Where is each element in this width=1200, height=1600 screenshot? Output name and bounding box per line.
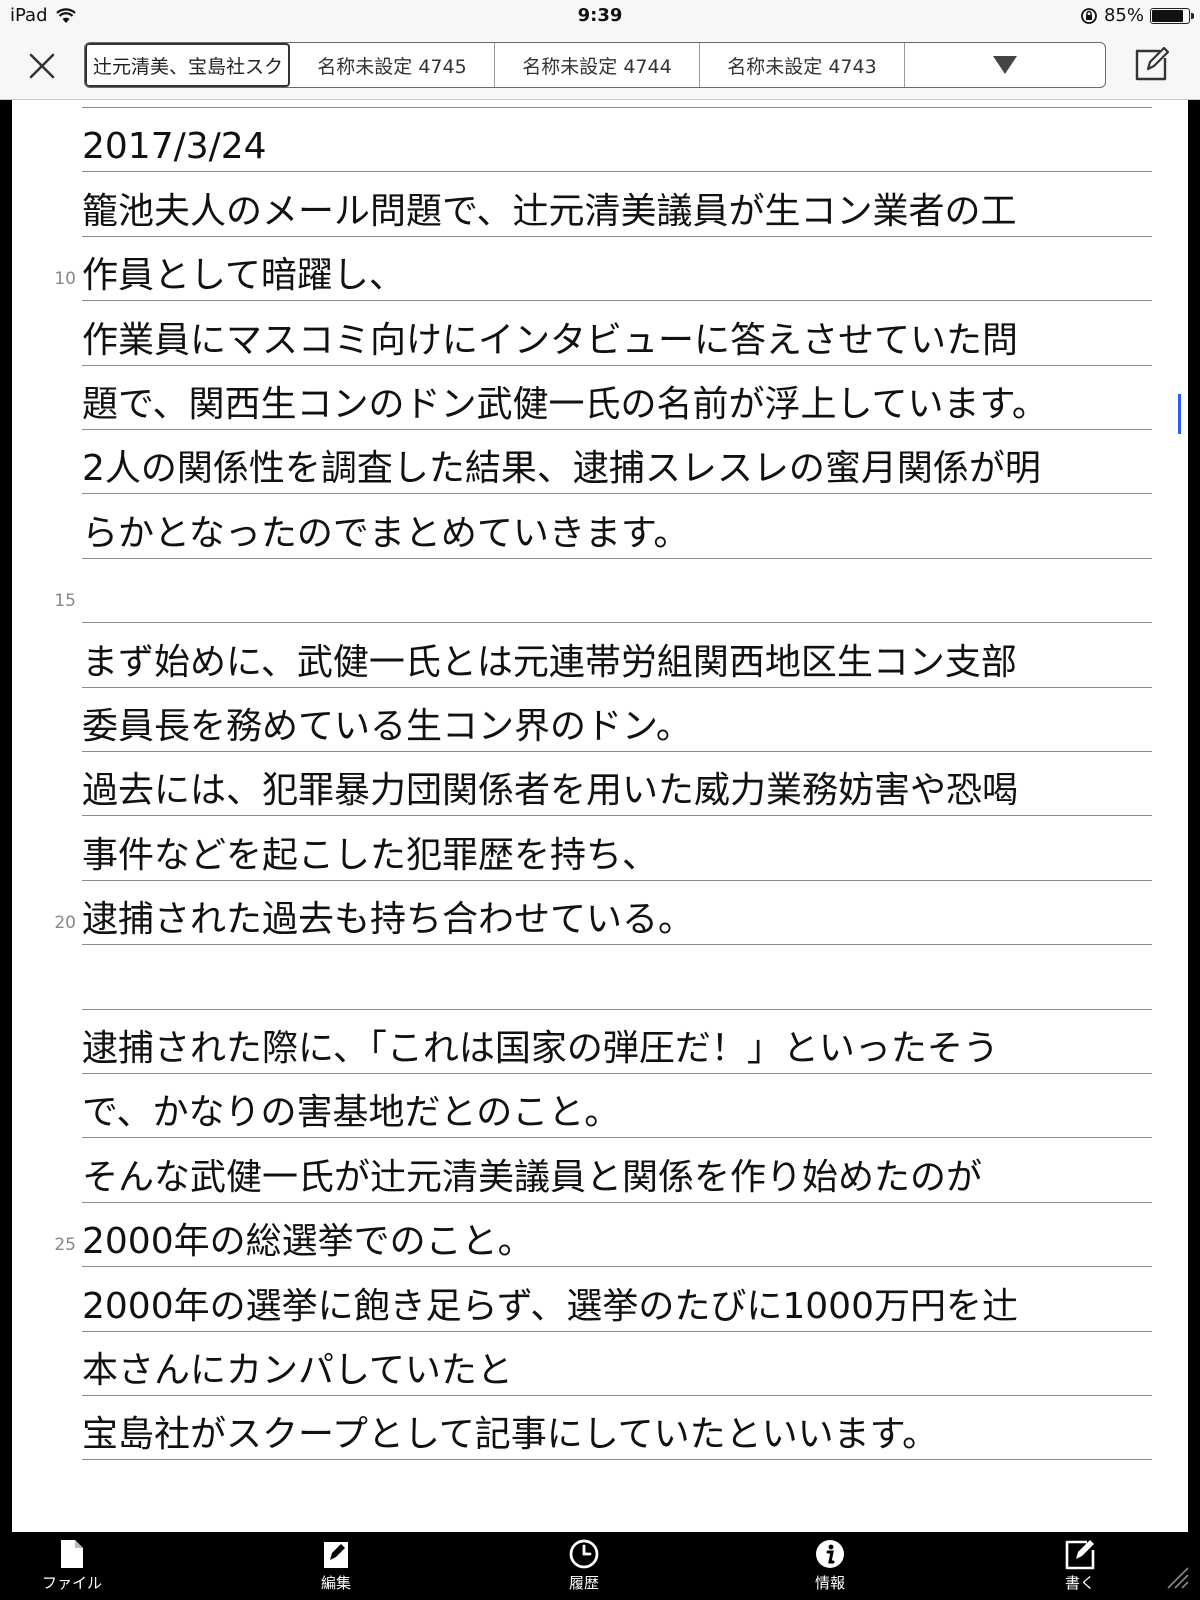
document-line[interactable] bbox=[82, 557, 1152, 624]
file-button[interactable]: ファイル bbox=[12, 1538, 132, 1593]
write-icon bbox=[1065, 1540, 1095, 1570]
write-label: 書く bbox=[1064, 1574, 1095, 1592]
battery-level bbox=[1152, 9, 1183, 22]
document-line[interactable]: 2000年の選挙に飽き足らず、選挙のたびに1000万円を辻 bbox=[82, 1266, 1152, 1332]
document-line[interactable]: 事件などを起こした犯罪歴を持ち、 bbox=[82, 815, 1152, 881]
line-text: 作業員にマスコミ向けにインタビューに答えさせていた問 bbox=[82, 319, 1019, 361]
line-text: 本さんにカンパしていたと bbox=[82, 1350, 513, 1391]
tab-2[interactable]: 名称未設定 4744 bbox=[495, 43, 700, 87]
resize-grip-icon bbox=[1167, 1567, 1189, 1589]
bottom-toolbar: ファイル 編集 履歴 情報 書く bbox=[0, 1532, 1200, 1600]
info-icon bbox=[816, 1540, 844, 1568]
document-line[interactable]: 2人の関係性を調査した結果、逮捕スレスレの蜜月関係が明 bbox=[82, 428, 1152, 495]
line-text: らかとなったのでまとめていきます。 bbox=[82, 512, 690, 554]
write-button[interactable]: 書く bbox=[1020, 1538, 1140, 1593]
line-text: 事件などを起こした犯罪歴を持ち、 bbox=[82, 834, 659, 876]
line-number: 15 bbox=[54, 591, 76, 612]
document-line[interactable]: 2017/3/24 bbox=[82, 106, 1152, 173]
document-line[interactable]: 過去には、犯罪暴力団関係者を用いた威力業務妨害や恐喝 bbox=[82, 750, 1152, 817]
line-text: で、かなりの害基地だとのこと。 bbox=[82, 1092, 621, 1134]
line-text: 2000年の選挙に飽き足らず、選挙のたびに1000万円を辻 bbox=[82, 1285, 1018, 1327]
compose-icon bbox=[1135, 46, 1170, 81]
document-line[interactable]: 題で、関西生コンのドン武健一氏の名前が浮上しています。 bbox=[82, 364, 1152, 430]
document-line[interactable]: 作員として暗躍し、 bbox=[82, 235, 1152, 302]
document-line[interactable] bbox=[82, 944, 1152, 1010]
document-line[interactable]: 2000年の総選挙でのこと。 bbox=[82, 1201, 1152, 1268]
document-editor[interactable]: 2017/3/24 籠池夫人のメール問題で、辻元清美議員が生コン業者の工 作員として… bbox=[12, 100, 1188, 1532]
history-button[interactable]: 履歴 bbox=[524, 1538, 644, 1593]
line-text: 2000年の総選挙でのこと。 bbox=[82, 1221, 534, 1263]
status-time: 9:39 bbox=[577, 5, 623, 26]
info-label: 情報 bbox=[814, 1574, 845, 1592]
line-text: 逮捕された過去も持ち合わせている。 bbox=[82, 899, 695, 941]
line-text: 過去には、犯罪暴力団関係者を用いた威力業務妨害や恐喝 bbox=[82, 770, 1019, 812]
history-label: 履歴 bbox=[568, 1574, 599, 1592]
close-button[interactable] bbox=[22, 46, 62, 86]
status-bar: iPad 9:39 85% bbox=[0, 0, 1200, 32]
document-line[interactable]: 逮捕された際に、「これは国家の弾圧だ！」といったそう bbox=[82, 1008, 1152, 1074]
line-number: 10 bbox=[54, 269, 76, 290]
info-button[interactable]: 情報 bbox=[770, 1538, 890, 1593]
document-line[interactable]: 籠池夫人のメール問題で、辻元清美議員が生コン業者の工 bbox=[82, 171, 1152, 237]
edit-icon bbox=[324, 1542, 348, 1568]
line-text: 委員長を務めている生コン界のドン。 bbox=[82, 706, 692, 747]
document-tabs: 辻元清美、宝島社スク 名称未設定 4745 名称未設定 4744 名称未設定 4… bbox=[84, 42, 1106, 88]
document-line[interactable]: そんな武健一氏が辻元清美議員と関係を作り始めたのが bbox=[82, 1137, 1152, 1203]
line-text: 2人の関係性を調査した結果、逮捕スレスレの蜜月関係が明 bbox=[82, 448, 1041, 490]
tab-3[interactable]: 名称未設定 4743 bbox=[700, 43, 905, 87]
line-text: 宝島社がスクープとして記事にしていたといいます。 bbox=[82, 1414, 939, 1456]
text-cursor bbox=[1178, 394, 1181, 434]
file-label: ファイル bbox=[41, 1574, 102, 1592]
line-number: 25 bbox=[54, 1235, 76, 1256]
document-line[interactable]: らかとなったのでまとめていきます。 bbox=[82, 493, 1152, 559]
status-right: 85% bbox=[1080, 5, 1194, 26]
document-line[interactable]: 本さんにカンパしていたと bbox=[82, 1330, 1152, 1396]
document-line[interactable]: 委員長を務めている生コン界のドン。 bbox=[82, 686, 1152, 752]
file-icon bbox=[61, 1540, 83, 1568]
line-number: 20 bbox=[54, 913, 76, 934]
line-text: 逮捕された際に、「これは国家の弾圧だ！」といったそう bbox=[82, 1028, 999, 1069]
edit-label: 編集 bbox=[320, 1574, 351, 1592]
clock-icon bbox=[569, 1539, 599, 1569]
document-line[interactable]: 逮捕された過去も持ち合わせている。 bbox=[82, 879, 1152, 946]
line-text: 作員として暗躍し、 bbox=[82, 255, 405, 297]
document-line[interactable]: 作業員にマスコミ向けにインタビューに答えさせていた問 bbox=[82, 300, 1152, 366]
tab-1[interactable]: 名称未設定 4745 bbox=[290, 43, 495, 87]
line-text: まず始めに、武健一氏とは元連帯労組関西地区生コン支部 bbox=[82, 641, 1017, 683]
battery-icon bbox=[1150, 7, 1194, 24]
new-document-button[interactable] bbox=[1130, 44, 1172, 86]
line-text: 題で、関西生コンのドン武健一氏の名前が浮上しています。 bbox=[82, 384, 1048, 425]
edit-button[interactable]: 編集 bbox=[276, 1538, 396, 1593]
tab-list-dropdown[interactable] bbox=[905, 43, 1105, 87]
rotation-lock-icon bbox=[1081, 7, 1097, 24]
battery-percent: 85% bbox=[1103, 5, 1144, 26]
line-text: そんな武健一氏が辻元清美議員と関係を作り始めたのが bbox=[82, 1156, 983, 1198]
document-line[interactable]: まず始めに、武健一氏とは元連帯労組関西地区生コン支部 bbox=[82, 622, 1152, 688]
line-text: 籠池夫人のメール問題で、辻元清美議員が生コン業者の工 bbox=[82, 190, 1017, 232]
close-icon bbox=[29, 53, 55, 79]
triangle-down-icon bbox=[993, 56, 1017, 74]
document-line[interactable]: で、かなりの害基地だとのこと。 bbox=[82, 1072, 1152, 1139]
tab-0[interactable]: 辻元清美、宝島社スク bbox=[85, 43, 290, 87]
document-header: 辻元清美、宝島社スク 名称未設定 4745 名称未設定 4744 名称未設定 4… bbox=[0, 32, 1200, 100]
line-text: 2017/3/24 bbox=[82, 126, 267, 168]
document-line[interactable]: 宝島社がスクープとして記事にしていたといいます。 bbox=[82, 1394, 1152, 1461]
